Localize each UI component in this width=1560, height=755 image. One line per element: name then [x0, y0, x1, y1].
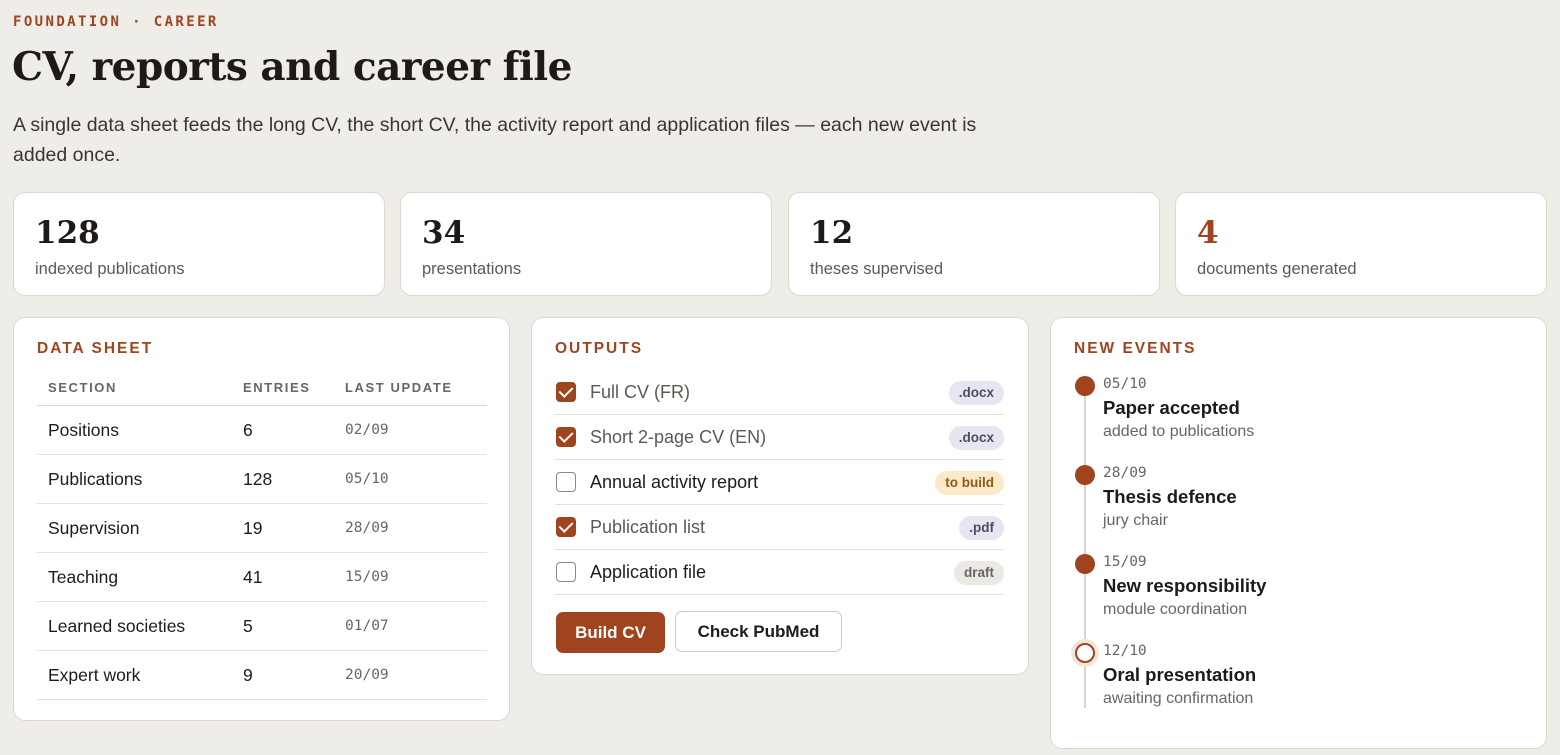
stat-card-theses: 12 theses supervised	[788, 192, 1160, 296]
output-item: Publication list .pdf	[555, 505, 1004, 550]
timeline-event[interactable]: 15/09 New responsibility module coordina…	[1074, 554, 1524, 634]
check-pubmed-button[interactable]: Check PubMed	[675, 611, 842, 652]
output-label: Full CV (FR)	[590, 382, 690, 402]
timeline-event[interactable]: 05/10 Paper accepted added to publicatio…	[1074, 376, 1524, 456]
output-badge: .docx	[948, 381, 1004, 405]
event-subtitle: added to publications	[1103, 423, 1255, 440]
cell-last-update: 15/09	[345, 569, 389, 585]
column-header-entries: ENTRIES	[243, 380, 311, 395]
event-title: Paper accepted	[1103, 397, 1240, 418]
cell-section: Teaching	[48, 567, 119, 587]
page-eyebrow: FOUNDATION · CAREER	[13, 14, 219, 30]
data-sheet-title: DATA SHEET	[37, 340, 154, 357]
stat-card-publications: 128 indexed publications	[13, 192, 385, 296]
stat-label: theses supervised	[810, 260, 943, 278]
cell-section: Supervision	[48, 518, 140, 538]
cell-entries: 128	[243, 469, 273, 489]
stat-value: 128	[35, 215, 100, 251]
stat-label: indexed publications	[35, 260, 185, 278]
stat-value: 12	[810, 215, 854, 251]
cell-entries: 5	[243, 616, 253, 636]
outputs-panel: OUTPUTS Full CV (FR) .docx Short 2-page …	[531, 317, 1029, 675]
cell-last-update: 02/09	[345, 422, 389, 438]
cell-last-update: 28/09	[345, 520, 389, 536]
stat-value: 4	[1197, 215, 1219, 251]
timeline-event[interactable]: 28/09 Thesis defence jury chair	[1074, 465, 1524, 545]
stat-label: presentations	[422, 260, 522, 278]
event-title: Oral presentation	[1103, 664, 1257, 685]
output-item: Application file draft	[555, 550, 1004, 595]
event-subtitle: jury chair	[1103, 512, 1168, 529]
event-date: 12/10	[1103, 643, 1147, 659]
output-item: Full CV (FR) .docx	[555, 370, 1004, 415]
output-label: Short 2-page CV (EN)	[590, 427, 767, 447]
table-row[interactable]: Learned societies 5 01/07	[37, 602, 487, 651]
cell-entries: 19	[243, 518, 263, 538]
new-events-panel: NEW EVENTS 05/10 Paper accepted added to…	[1050, 317, 1547, 749]
stat-card-presentations: 34 presentations	[400, 192, 772, 296]
cell-last-update: 20/09	[345, 667, 389, 683]
stat-value: 34	[422, 215, 466, 251]
outputs-title: OUTPUTS	[555, 340, 644, 357]
table-row[interactable]: Teaching 41 15/09	[37, 553, 487, 602]
output-checkbox[interactable]	[556, 562, 576, 582]
output-label: Publication list	[590, 517, 706, 537]
table-header: SECTION ENTRIES LAST UPDATE	[37, 378, 487, 406]
page-subtitle: A single data sheet feeds the long CV, t…	[13, 114, 977, 166]
cell-section: Learned societies	[48, 616, 186, 636]
output-label: Application file	[590, 562, 707, 582]
new-events-title: NEW EVENTS	[1074, 340, 1197, 357]
column-header-section: SECTION	[48, 380, 117, 395]
output-badge: .pdf	[959, 516, 1004, 540]
event-date: 15/09	[1103, 554, 1147, 570]
table-row[interactable]: Positions 6 02/09	[37, 406, 487, 455]
table-row[interactable]: Expert work 9 20/09	[37, 651, 487, 700]
event-title: New responsibility	[1103, 575, 1267, 596]
cell-last-update: 01/07	[345, 618, 389, 634]
cell-section: Positions	[48, 420, 120, 440]
event-title: Thesis defence	[1103, 486, 1237, 507]
column-header-last-update: LAST UPDATE	[345, 380, 453, 395]
output-item: Short 2-page CV (EN) .docx	[555, 415, 1004, 460]
cell-entries: 6	[243, 420, 253, 440]
table-row[interactable]: Supervision 19 28/09	[37, 504, 487, 553]
timeline-dot-pending	[1075, 643, 1095, 663]
timeline-dot	[1075, 554, 1095, 574]
output-checkbox[interactable]	[556, 382, 576, 402]
table-row[interactable]: Publications 128 05/10	[37, 455, 487, 504]
cell-section: Expert work	[48, 665, 141, 685]
output-badge: .docx	[948, 426, 1004, 450]
cell-entries: 41	[243, 567, 263, 587]
output-label: Annual activity report	[590, 472, 759, 492]
build-cv-button[interactable]: Build CV	[556, 612, 665, 653]
timeline-dot	[1075, 376, 1095, 396]
stat-label: documents generated	[1197, 260, 1357, 278]
output-badge: draft	[954, 561, 1004, 585]
output-checkbox[interactable]	[556, 517, 576, 537]
event-date: 28/09	[1103, 465, 1147, 481]
page-title: CV, reports and career file	[12, 44, 572, 90]
output-badge: to build	[935, 471, 1004, 495]
cell-last-update: 05/10	[345, 471, 389, 487]
output-checkbox[interactable]	[556, 472, 576, 492]
stat-card-documents: 4 documents generated	[1175, 192, 1547, 296]
cell-section: Publications	[48, 469, 143, 489]
timeline-dot	[1075, 465, 1095, 485]
event-date: 05/10	[1103, 376, 1147, 392]
output-item: Annual activity report to build	[555, 460, 1004, 505]
timeline-event[interactable]: 12/10 Oral presentation awaiting confirm…	[1074, 643, 1524, 723]
event-subtitle: awaiting confirmation	[1103, 690, 1254, 707]
data-sheet-panel: DATA SHEET SECTION ENTRIES LAST UPDATE P…	[13, 317, 510, 721]
output-checkbox[interactable]	[556, 427, 576, 447]
event-subtitle: module coordination	[1103, 601, 1248, 618]
cell-entries: 9	[243, 665, 253, 685]
